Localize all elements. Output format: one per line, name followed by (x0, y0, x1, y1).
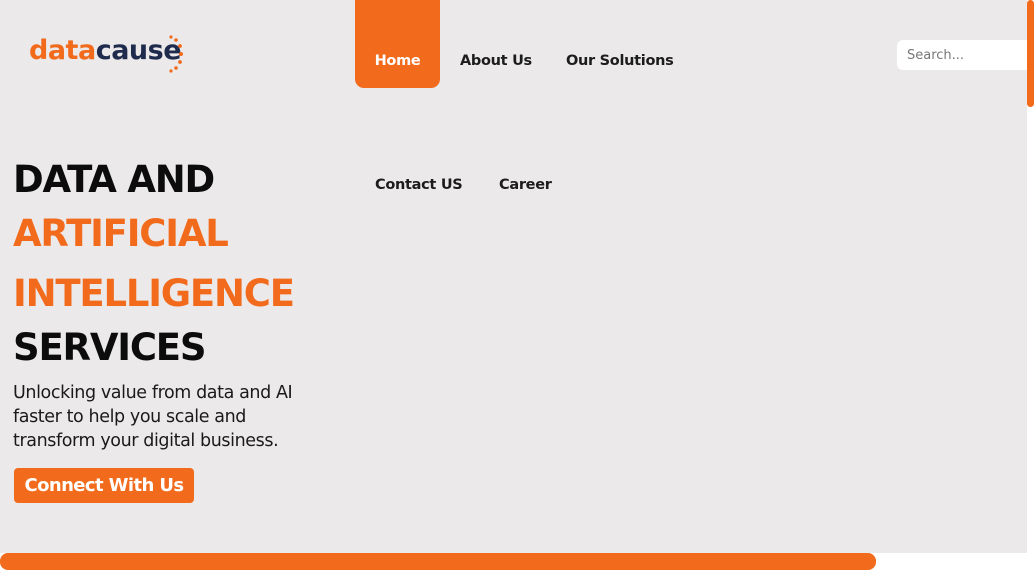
hero-subtitle: Unlocking value from data and AI faster … (13, 383, 293, 451)
nav-about-link[interactable]: About Us (460, 53, 532, 69)
page: datacause Home About Us Our Solutions Co… (0, 0, 1034, 570)
hero-title-line-3: INTELLIGENCE (13, 272, 295, 315)
datacause-logo[interactable]: datacause (29, 34, 189, 76)
logo-dots-icon (169, 35, 183, 73)
nav-contact-link[interactable]: Contact US (375, 177, 463, 193)
search-input[interactable] (897, 40, 1034, 70)
logo-wordmark: datacause (29, 34, 182, 68)
hero-section: datacause Home About Us Our Solutions Co… (0, 0, 1027, 553)
hero-title-line-4: SERVICES (13, 326, 206, 369)
nav-solutions-link[interactable]: Our Solutions (566, 53, 674, 69)
nav-home-link[interactable]: Home (355, 0, 440, 88)
hero-title-line-1: DATA AND (13, 158, 215, 201)
scrollbar-thumb[interactable] (1027, 0, 1034, 107)
connect-with-us-button[interactable]: Connect With Us (14, 468, 194, 503)
nav-home-label: Home (374, 53, 421, 69)
hero-title-line-2: ARTIFICIAL (13, 212, 229, 255)
logo-text-data: data (29, 35, 96, 66)
nav-career-link[interactable]: Career (499, 177, 552, 193)
bottom-accent-bar (0, 553, 876, 570)
